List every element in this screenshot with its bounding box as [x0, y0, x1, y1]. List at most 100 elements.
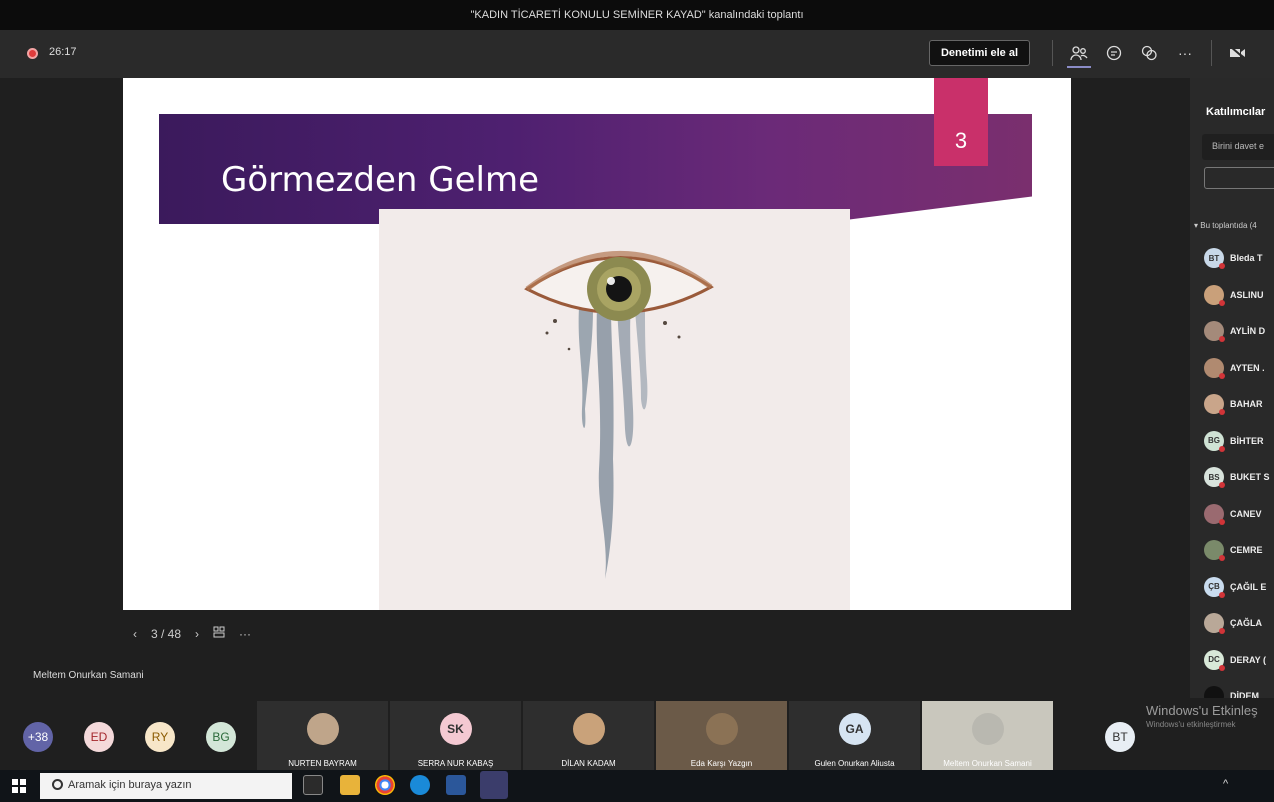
participant-tile-name: DİLAN KADAM	[561, 759, 616, 768]
participants-panel-title: Katılımcılar	[1206, 106, 1266, 118]
participant-name: DERAY (	[1230, 654, 1267, 665]
participant-row[interactable]: AYLİN D	[1204, 319, 1265, 343]
teams-icon[interactable]	[480, 771, 508, 799]
participant-avatar: BS	[1204, 467, 1225, 488]
participant-avatar[interactable]: BG	[206, 722, 236, 752]
participant-tile-name: Meltem Onurkan Samani	[943, 759, 1032, 768]
participant-avatar	[1204, 394, 1225, 415]
participant-name: BİHTER	[1230, 435, 1264, 446]
participant-tile-avatar	[971, 713, 1004, 745]
participant-tile[interactable]: Eda Karşı Yazgın	[656, 701, 787, 771]
taskbar-search-input[interactable]: Aramak için buraya yazın	[40, 773, 292, 799]
participant-name: Bleda T	[1230, 253, 1263, 263]
participant-row[interactable]: DİDEM	[1204, 684, 1259, 698]
participant-row[interactable]: CANEV	[1204, 502, 1262, 526]
more-actions-icon[interactable]: ···	[1172, 40, 1198, 66]
participant-tile-avatar: GA	[838, 713, 871, 745]
participant-tile-name: Gulen Onurkan Aliusta	[814, 759, 895, 768]
participant-row[interactable]: AYTEN .	[1204, 356, 1265, 380]
participant-row[interactable]: BS BUKET S	[1204, 465, 1270, 489]
participant-name: ASLINU	[1230, 289, 1264, 300]
participant-name: ÇAĞIL E	[1230, 581, 1267, 592]
participant-tile-avatar: SK	[439, 713, 472, 745]
participant-avatar: BT	[1204, 248, 1225, 269]
participant-tile-name: Eda Karşı Yazgın	[690, 759, 753, 768]
window-title: "KADIN TİCARETİ KONULU SEMİNER KAYAD" ka…	[470, 9, 804, 21]
window-title-bar: "KADIN TİCARETİ KONULU SEMİNER KAYAD" ka…	[0, 0, 1274, 30]
slide-navigation: ‹ 3 / 48 › ···	[133, 626, 251, 641]
participant-avatar: ÇB	[1204, 576, 1225, 598]
presenter-name: Meltem Onurkan Samani	[33, 670, 144, 681]
participant-avatar[interactable]: ED	[84, 722, 114, 752]
participant-row[interactable]: CEMRE	[1204, 538, 1263, 562]
participant-tile[interactable]: Meltem Onurkan Samani	[922, 701, 1053, 771]
participant-tile-avatar	[705, 713, 738, 745]
participant-name: BAHAR	[1230, 399, 1263, 409]
participant-row[interactable]: ÇB ÇAĞIL E	[1204, 575, 1266, 599]
participant-tile[interactable]: GA Gulen Onurkan Aliusta	[789, 701, 920, 771]
take-control-button[interactable]: Denetimi ele al	[929, 40, 1030, 66]
participant-avatar	[1204, 686, 1224, 698]
participant-name: AYTEN .	[1230, 362, 1265, 373]
slide-more-button[interactable]: ···	[239, 627, 251, 641]
camera-off-icon[interactable]	[1225, 40, 1251, 66]
participant-tile-avatar	[572, 713, 605, 745]
file-explorer-icon[interactable]	[340, 775, 360, 795]
toolbar-divider	[1211, 40, 1212, 66]
participant-row[interactable]: BAHAR	[1204, 392, 1263, 416]
participants-icon[interactable]	[1066, 40, 1092, 66]
chrome-icon[interactable]	[375, 775, 395, 795]
participant-avatar	[1204, 321, 1225, 342]
task-view-icon[interactable]	[303, 775, 323, 795]
participant-avatar	[1204, 284, 1225, 306]
participant-row[interactable]: DC DERAY (	[1204, 648, 1266, 672]
participants-active-indicator	[1067, 66, 1091, 68]
previous-slide-button[interactable]: ‹	[133, 627, 137, 641]
windows-start-icon[interactable]	[12, 779, 26, 793]
participant-tile-name: NURTEN BAYRAM	[288, 759, 357, 768]
meeting-timer: 26:17	[49, 46, 77, 58]
participants-panel: Katılımcılar Birini davet e ▾ Bu toplant…	[1190, 78, 1274, 698]
participant-row[interactable]: BG BİHTER	[1204, 429, 1264, 453]
more-participants-button[interactable]: +38	[23, 722, 53, 752]
participant-tile-name: SERRA NUR KABAŞ	[417, 759, 494, 768]
participant-avatar[interactable]: BT	[1105, 722, 1135, 752]
slide-number-box: 3	[934, 78, 988, 166]
in-meeting-section-header[interactable]: ▾ Bu toplantıda (4	[1194, 221, 1257, 230]
reactions-icon[interactable]	[1136, 40, 1162, 66]
participant-tile[interactable]: SK SERRA NUR KABAŞ	[390, 701, 521, 771]
slide-counter: 3 / 48	[151, 626, 182, 641]
edge-icon[interactable]	[410, 775, 430, 795]
eye-illustration	[379, 209, 850, 610]
slide-grid-icon[interactable]	[213, 626, 225, 641]
presentation-slide: 3 Görmezden Gelme	[123, 78, 1071, 610]
participant-name: DİDEM	[1230, 691, 1259, 698]
participant-avatar[interactable]: RY	[145, 722, 175, 752]
chat-icon[interactable]	[1101, 40, 1127, 66]
search-icon	[52, 779, 63, 790]
participant-name: ÇAĞLA	[1230, 618, 1262, 628]
participant-avatar	[1204, 540, 1225, 561]
next-slide-button[interactable]: ›	[195, 627, 199, 641]
participant-name: CEMRE	[1230, 545, 1263, 555]
participant-row[interactable]: ÇAĞLA	[1204, 611, 1262, 635]
participant-avatar: DC	[1204, 649, 1225, 671]
participant-name: CANEV	[1230, 508, 1262, 519]
participant-row[interactable]: ASLINU	[1204, 283, 1264, 307]
toolbar-divider	[1052, 40, 1053, 66]
participant-avatar	[1204, 357, 1225, 379]
participant-avatar	[1204, 503, 1225, 525]
activation-watermark-sub: Windows'u etkinleştirmek	[1146, 720, 1236, 729]
participant-row[interactable]: BT Bleda T	[1204, 246, 1263, 270]
activation-watermark: Windows'u Etkinleş	[1146, 703, 1258, 718]
slide-title: Görmezden Gelme	[221, 160, 540, 200]
system-tray-toggle[interactable]: ^	[1223, 778, 1228, 790]
participant-tile[interactable]: NURTEN BAYRAM	[257, 701, 388, 771]
word-icon[interactable]	[446, 775, 466, 795]
share-invite-button[interactable]	[1204, 167, 1274, 189]
invite-input[interactable]: Birini davet e	[1202, 134, 1274, 160]
participant-tile[interactable]: DİLAN KADAM	[523, 701, 654, 771]
participant-name: AYLİN D	[1230, 326, 1266, 336]
recording-icon	[27, 48, 38, 59]
participant-tile-avatar	[306, 713, 339, 745]
